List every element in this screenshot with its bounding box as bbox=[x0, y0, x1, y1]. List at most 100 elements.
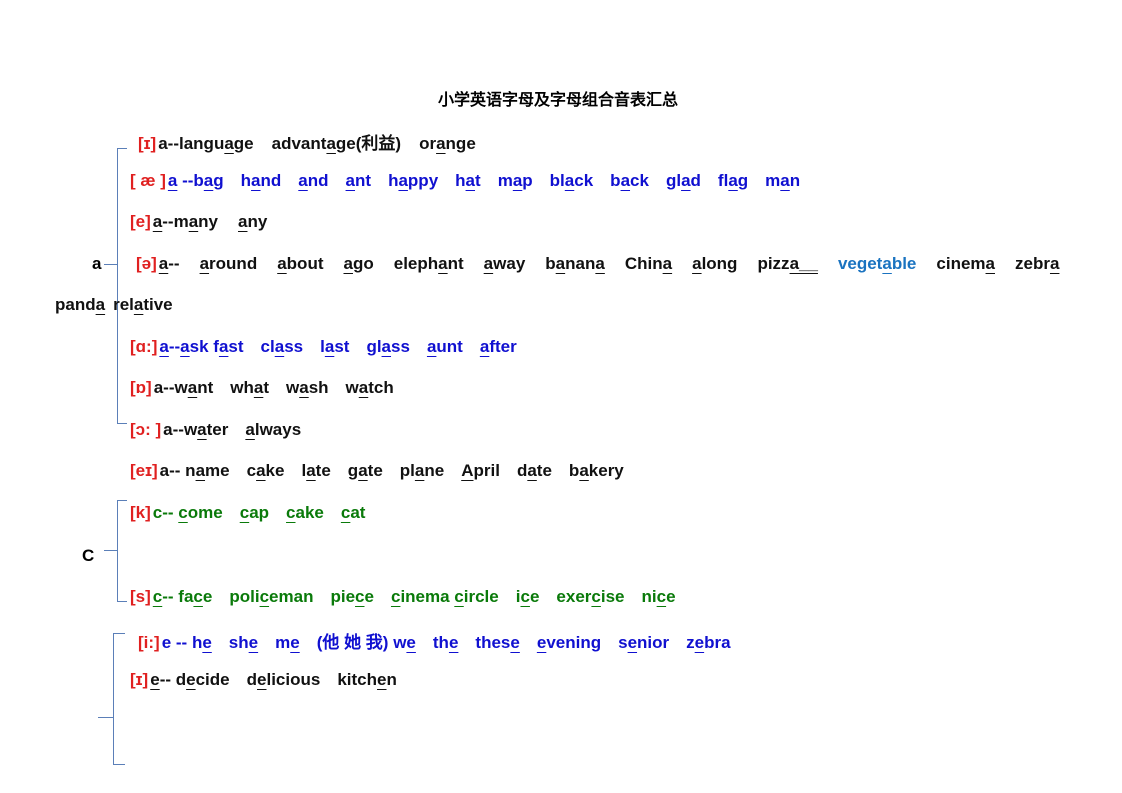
brace-c-top bbox=[117, 500, 127, 501]
underlined-letter: a bbox=[692, 254, 702, 273]
word-part: a-- n bbox=[159, 461, 196, 480]
example-word: cat bbox=[341, 503, 366, 523]
underlined-letter: a bbox=[426, 337, 437, 356]
underlined-letter: a bbox=[728, 171, 738, 190]
example-word: a--want bbox=[154, 378, 214, 398]
example-word: China bbox=[625, 254, 672, 274]
example-word: a--water bbox=[163, 420, 228, 440]
underlined-letter: a bbox=[188, 212, 199, 231]
phonetic-symbol: [i:] bbox=[138, 633, 160, 652]
word-part: s bbox=[618, 633, 628, 652]
example-word: the bbox=[433, 633, 459, 653]
word-part: cinem bbox=[936, 254, 986, 273]
word-part: ise bbox=[600, 587, 625, 606]
word-part: c bbox=[246, 461, 257, 480]
word-part: me bbox=[205, 461, 230, 480]
word-part: g bbox=[213, 171, 224, 190]
phonics-row: [eɪ] a-- name cake late gate plane April date b… bbox=[130, 461, 641, 481]
brace-a-mid bbox=[104, 264, 117, 265]
word-part: n bbox=[789, 171, 801, 190]
word-part: th bbox=[432, 633, 449, 652]
underlined-letter: c bbox=[591, 587, 601, 606]
underlined-letter: a bbox=[479, 337, 490, 356]
example-word: pizza__ bbox=[757, 254, 817, 274]
example-word: April bbox=[461, 461, 500, 481]
word-part: eleph bbox=[393, 254, 439, 273]
example-word: ago bbox=[344, 254, 374, 274]
word-part: rel bbox=[113, 295, 134, 314]
underlined-letter: a bbox=[381, 337, 392, 356]
example-word: any bbox=[238, 212, 267, 232]
underlined-letter: a bbox=[555, 254, 566, 273]
phonics-row: [ɪ] e-- decide delicious kitchen bbox=[130, 670, 414, 690]
underlined-letter: a bbox=[324, 337, 335, 356]
underlined-letter: a bbox=[595, 254, 605, 273]
word-part: b bbox=[568, 461, 580, 480]
example-word: elephant bbox=[394, 254, 464, 274]
word-part: or bbox=[419, 134, 437, 153]
example-word: date bbox=[517, 461, 552, 481]
underlined-letter: a bbox=[152, 212, 163, 231]
word-part: t bbox=[263, 378, 269, 397]
word-part: b bbox=[610, 171, 621, 190]
example-word: cinema circle bbox=[391, 587, 499, 607]
underlined-letter: a bbox=[299, 378, 309, 397]
word-part: ge bbox=[233, 134, 254, 153]
phonetic-symbol: [ æ ] bbox=[130, 171, 166, 190]
word-part: kery bbox=[588, 461, 624, 480]
underlined-letter: c bbox=[656, 587, 667, 606]
example-word: after bbox=[480, 337, 517, 357]
underlined-letter: a bbox=[620, 171, 631, 190]
example-word: vegetable bbox=[838, 254, 916, 274]
phonics-row: [ə] a-- around about ago elephant away banana C… bbox=[136, 254, 1079, 274]
word-part: vening bbox=[546, 633, 602, 652]
phonetic-symbol: [ə] bbox=[136, 254, 157, 273]
brace-a-bottom bbox=[117, 423, 127, 424]
word-part: m bbox=[765, 171, 781, 190]
underlined-letter: e bbox=[202, 633, 212, 652]
word-part: licious bbox=[266, 670, 321, 689]
word-part: way bbox=[493, 254, 526, 273]
word-part: st bbox=[228, 337, 244, 356]
word-part: m bbox=[275, 633, 291, 652]
phonetic-symbol: [ɒ] bbox=[130, 378, 152, 397]
example-word: zebra bbox=[686, 633, 730, 653]
underlined-letter: e bbox=[627, 633, 638, 652]
word-part: -- bbox=[168, 254, 180, 273]
underlined-letter: a bbox=[780, 171, 790, 190]
underlined-letter: a bbox=[253, 378, 264, 397]
phonics-row: [i:] e -- he she me (他 她 我) we the these evenin… bbox=[138, 628, 748, 653]
word-part: exer bbox=[556, 587, 592, 606]
word-part: te bbox=[367, 461, 383, 480]
phonetic-symbol: [ɔ: ] bbox=[130, 420, 162, 439]
underlined-letter: a bbox=[203, 171, 214, 190]
underlined-letter: e bbox=[290, 633, 300, 652]
underlined-letter: a bbox=[158, 254, 169, 273]
phonetic-symbol: [ɑ:] bbox=[130, 337, 158, 356]
example-word: late bbox=[301, 461, 330, 481]
phonetic-symbol: [eɪ] bbox=[130, 461, 158, 480]
underlined-letter: a bbox=[438, 254, 448, 273]
word-part: nt bbox=[447, 254, 464, 273]
underlined-letter: a bbox=[985, 254, 995, 273]
word-part: pie bbox=[330, 587, 356, 606]
word-part: long bbox=[701, 254, 738, 273]
word-part: g bbox=[737, 171, 749, 190]
word-part: pand bbox=[55, 295, 96, 314]
example-word: zebra bbox=[1015, 254, 1059, 274]
phonics-row: [ɒ] a--want what wash watch bbox=[130, 378, 411, 398]
example-word: evening bbox=[537, 633, 601, 653]
word-part: cl bbox=[260, 337, 275, 356]
example-word: flag bbox=[718, 171, 748, 191]
word-part: pizz bbox=[757, 254, 790, 273]
brace-c-mid bbox=[104, 550, 117, 551]
word-part: st bbox=[334, 337, 350, 356]
example-word: cinema bbox=[936, 254, 995, 274]
word-part: go bbox=[352, 254, 374, 273]
word-part: d bbox=[246, 670, 258, 689]
underlined-letter: e bbox=[248, 633, 259, 652]
word-part: -- bbox=[168, 337, 181, 356]
phonetic-symbol: [s] bbox=[130, 587, 151, 606]
underlined-letter: a bbox=[197, 420, 207, 439]
underlined-letter: e bbox=[448, 633, 459, 652]
